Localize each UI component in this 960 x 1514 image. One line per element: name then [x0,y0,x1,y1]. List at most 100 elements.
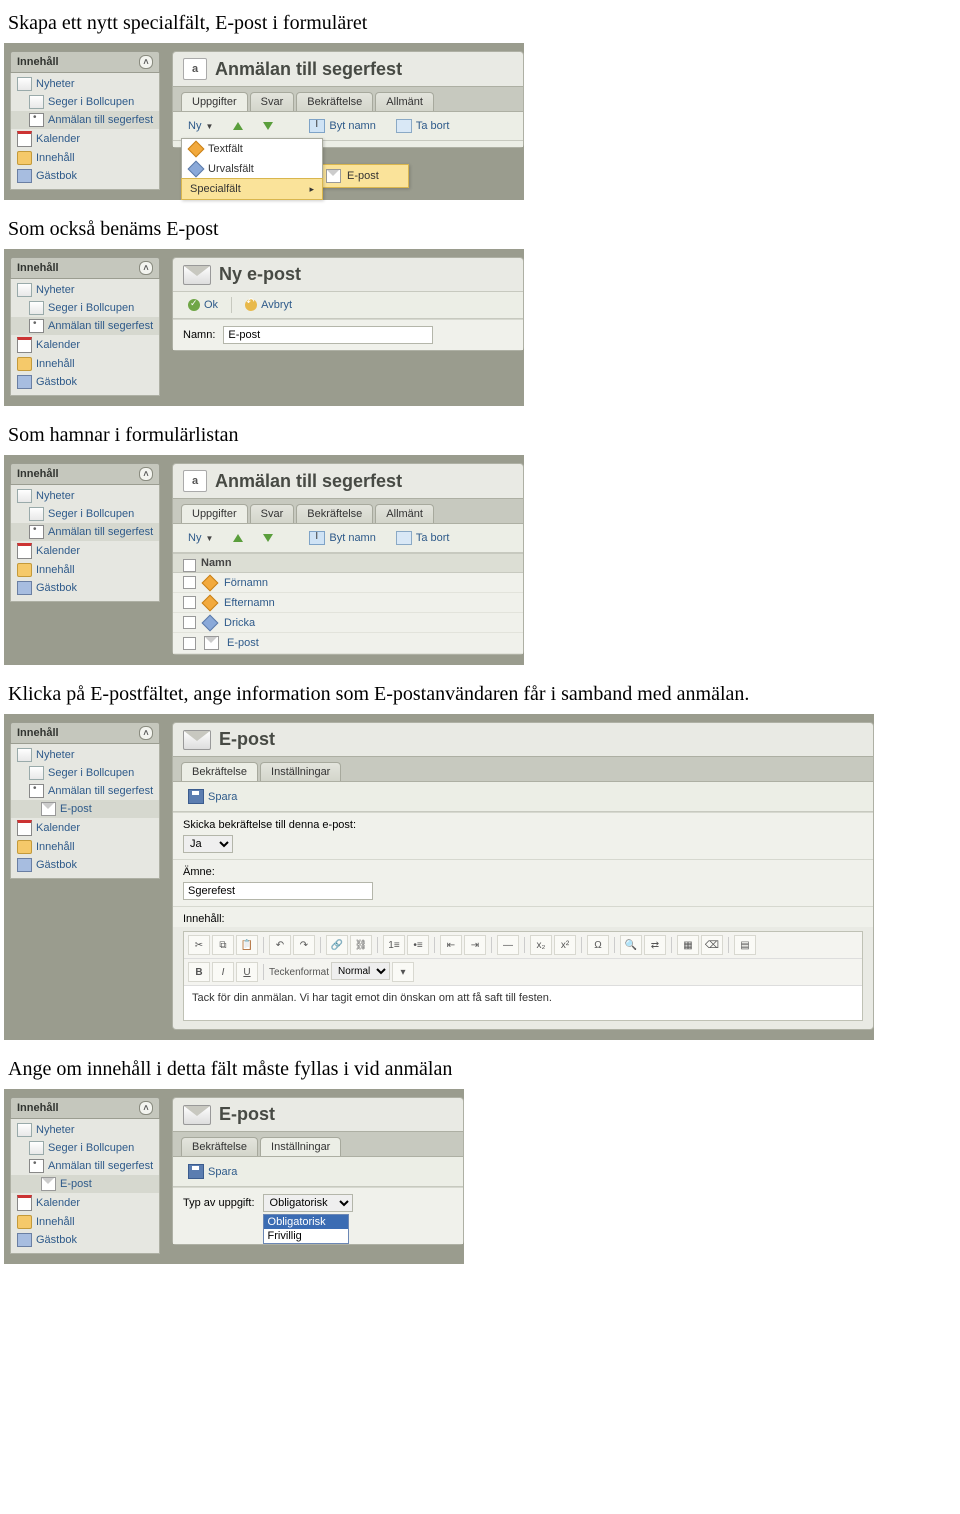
sidebar-item[interactable]: Seger i Bollcupen [11,299,159,317]
superscript-icon[interactable]: x² [554,935,576,955]
sidebar-item[interactable]: Nyheter [11,487,159,505]
selectall-icon[interactable]: ▦ [677,935,699,955]
tab-bekraftelse[interactable]: Bekräftelse [181,1137,258,1156]
ny-button[interactable]: Ny ▼ [181,529,220,547]
chevron-up-icon[interactable]: ˄ [139,726,153,740]
dd-textfalt[interactable]: Textfält [182,139,322,159]
sidebar-item[interactable]: Gästbok [11,579,159,597]
underline-icon[interactable]: U [236,962,258,982]
spara-button[interactable]: Spara [181,1161,244,1182]
chevron-up-icon[interactable]: ˄ [139,467,153,481]
bold-icon[interactable]: B [188,962,210,982]
sidebar-item[interactable]: Anmälan till segerfest [11,111,159,129]
move-down-button[interactable] [256,119,280,133]
sidebar-item[interactable]: Anmälan till segerfest [11,1157,159,1175]
tab-bekraftelse[interactable]: Bekräftelse [181,762,258,781]
ul-icon[interactable]: •≡ [407,935,429,955]
ta-bort-button[interactable]: Ta bort [389,116,457,136]
sidebar-item[interactable]: Gästbok [11,1231,159,1249]
typ-select[interactable]: Obligatorisk [263,1194,353,1212]
checkbox[interactable] [183,576,196,589]
sidebar-header[interactable]: Innehåll ˄ [10,722,160,744]
ol-icon[interactable]: 1≡ [383,935,405,955]
checkbox[interactable] [183,637,196,650]
typ-option-obligatorisk[interactable]: Obligatorisk [264,1215,348,1229]
ta-bort-button[interactable]: Ta bort [389,528,457,548]
sidebar-item[interactable]: Innehåll [11,149,159,167]
italic-icon[interactable]: I [212,962,234,982]
byt-namn-button[interactable]: Byt namn [302,116,382,136]
char-icon[interactable]: Ω [587,935,609,955]
ny-button[interactable]: Ny ▼ [181,117,220,135]
sidebar-item[interactable]: Nyheter [11,75,159,93]
sidebar-item[interactable]: Kalender [11,335,159,355]
sidebar-item[interactable]: E-post [11,800,159,818]
list-header-namn[interactable]: Namn [173,553,523,573]
sidebar-item[interactable]: Innehåll [11,561,159,579]
dd-urvalsfalt[interactable]: Urvalsfält [182,159,322,179]
sidebar-item[interactable]: Nyheter [11,746,159,764]
tab-bekraftelse[interactable]: Bekräftelse [296,504,373,523]
sidebar-header[interactable]: Innehåll ˄ [10,1097,160,1119]
format-dropdown-icon[interactable]: ▾ [392,962,414,982]
sidebar-item[interactable]: Gästbok [11,856,159,874]
tab-installningar[interactable]: Inställningar [260,1137,341,1156]
teckenformat-select[interactable]: Normal [331,962,390,980]
tab-bekraftelse[interactable]: Bekräftelse [296,92,373,111]
checkbox[interactable] [183,616,196,629]
tab-uppgifter[interactable]: Uppgifter [181,504,248,523]
cut-icon[interactable]: ✂ [188,935,210,955]
typ-option-frivillig[interactable]: Frivillig [264,1229,348,1243]
table-row[interactable]: Förnamn [173,573,523,593]
sidebar-item[interactable]: Kalender [11,818,159,838]
tab-allmant[interactable]: Allmänt [375,92,434,111]
dd-specialfalt[interactable]: Specialfält ▸ [181,178,323,200]
source-icon[interactable]: ▤ [734,935,756,955]
sidebar-item[interactable]: Kalender [11,129,159,149]
undo-icon[interactable]: ↶ [269,935,291,955]
sidebar-item[interactable]: Nyheter [11,281,159,299]
sidebar-item[interactable]: E-post [11,1175,159,1193]
chevron-up-icon[interactable]: ˄ [139,1101,153,1115]
tab-allmant[interactable]: Allmänt [375,504,434,523]
copy-icon[interactable]: ⧉ [212,935,234,955]
table-row[interactable]: E-post [173,633,523,654]
tab-svar[interactable]: Svar [250,504,295,523]
find-icon[interactable]: 🔍 [620,935,642,955]
table-row[interactable]: Dricka [173,613,523,633]
sidebar-item[interactable]: Anmälan till segerfest [11,782,159,800]
sidebar-item[interactable]: Gästbok [11,167,159,185]
unlink-icon[interactable]: ⛓ [350,935,372,955]
sidebar-item[interactable]: Kalender [11,541,159,561]
sidebar-item[interactable]: Gästbok [11,373,159,391]
removefmt-icon[interactable]: ⌫ [701,935,723,955]
redo-icon[interactable]: ↷ [293,935,315,955]
amne-input[interactable] [183,882,373,900]
move-down-button[interactable] [256,531,280,545]
sidebar-item[interactable]: Anmälan till segerfest [11,317,159,335]
sidebar-item[interactable]: Seger i Bollcupen [11,764,159,782]
sidebar-item[interactable]: Nyheter [11,1121,159,1139]
sidebar-item[interactable]: Kalender [11,1193,159,1213]
spara-button[interactable]: Spara [181,786,244,807]
tab-uppgifter[interactable]: Uppgifter [181,92,248,111]
ok-button[interactable]: Ok [181,296,225,314]
sidebar-header[interactable]: Innehåll ˄ [10,257,160,279]
tab-svar[interactable]: Svar [250,92,295,111]
move-up-button[interactable] [226,119,250,133]
paste-icon[interactable]: 📋 [236,935,258,955]
sidebar-item[interactable]: Seger i Bollcupen [11,505,159,523]
move-up-button[interactable] [226,531,250,545]
subscript-icon[interactable]: x₂ [530,935,552,955]
byt-namn-button[interactable]: Byt namn [302,528,382,548]
sidebar-item[interactable]: Innehåll [11,1213,159,1231]
sidebar-item[interactable]: Innehåll [11,838,159,856]
checkbox[interactable] [183,596,196,609]
indent-icon[interactable]: ⇥ [464,935,486,955]
chevron-up-icon[interactable]: ˄ [139,55,153,69]
avbryt-button[interactable]: Avbryt [238,296,299,314]
sidebar-item[interactable]: Seger i Bollcupen [11,93,159,111]
tab-installningar[interactable]: Inställningar [260,762,341,781]
sidebar-header[interactable]: Innehåll ˄ [10,463,160,485]
replace-icon[interactable]: ⇄ [644,935,666,955]
